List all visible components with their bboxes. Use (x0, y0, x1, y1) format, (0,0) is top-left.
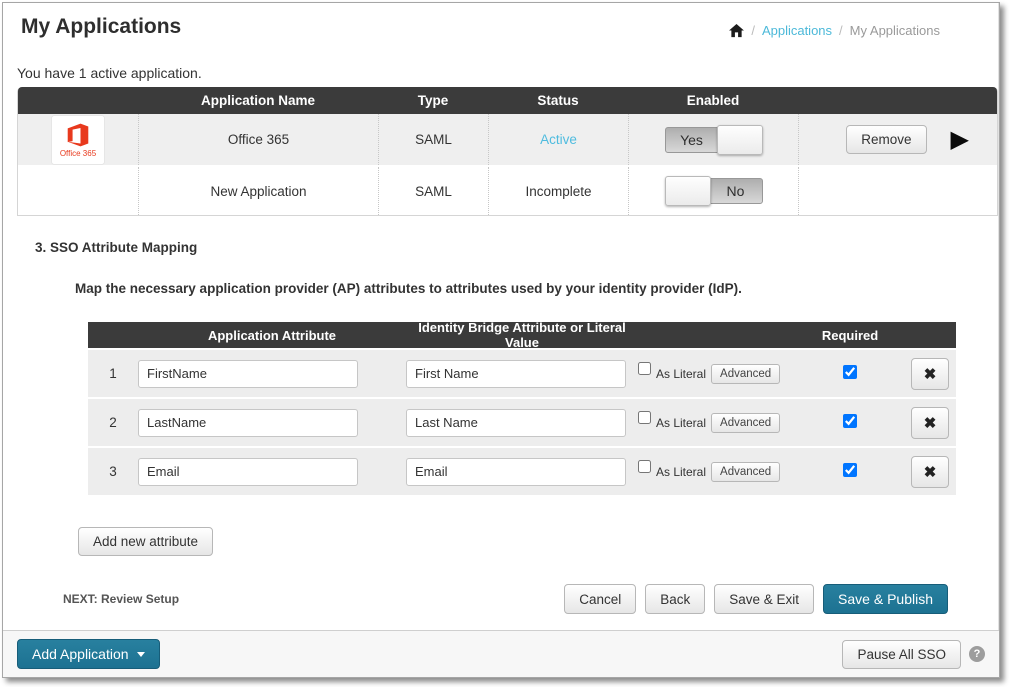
enabled-toggle[interactable]: No (665, 176, 763, 206)
add-application-button[interactable]: Add Application (17, 639, 160, 669)
column-application-attribute: Application Attribute (138, 328, 406, 343)
pause-all-sso-button[interactable]: Pause All SSO (842, 640, 961, 669)
add-application-label: Add Application (32, 646, 129, 662)
column-type: Type (378, 93, 488, 108)
column-required: Required (796, 328, 904, 343)
column-identity-bridge-attribute: Identity Bridge Attribute or Literal Val… (406, 320, 638, 350)
attribute-mapping-table: Application Attribute Identity Bridge At… (88, 322, 956, 495)
column-enabled: Enabled (628, 93, 798, 108)
breadcrumb-link-applications[interactable]: Applications (762, 23, 832, 38)
application-attribute-input[interactable] (138, 458, 358, 486)
application-type: SAML (378, 167, 488, 215)
add-new-attribute-button[interactable]: Add new attribute (78, 527, 213, 556)
row-number: 2 (88, 415, 138, 430)
active-application-summary: You have 1 active application. (17, 65, 984, 81)
office-365-logo: Office 365 (52, 116, 104, 164)
remove-button[interactable]: Remove (846, 125, 926, 154)
remove-attribute-button[interactable]: ✖ (911, 358, 950, 390)
column-application-name: Application Name (138, 93, 378, 108)
toggle-no-label: No (709, 178, 763, 204)
breadcrumb-separator: / (839, 23, 843, 38)
row-number: 1 (88, 366, 138, 381)
identity-bridge-attribute-input[interactable] (406, 458, 626, 486)
application-attribute-input[interactable] (138, 360, 358, 388)
identity-bridge-attribute-input[interactable] (406, 360, 626, 388)
attribute-row-3: 3 As Literal Advanced ✖ (88, 446, 956, 495)
attribute-row-1: 1 As Literal Advanced ✖ (88, 348, 956, 397)
wizard-actions: NEXT: Review Setup Cancel Back Save & Ex… (63, 584, 948, 614)
application-name: Office 365 (138, 114, 378, 165)
column-status: Status (488, 93, 628, 108)
toggle-knob (717, 125, 763, 155)
required-checkbox[interactable] (843, 414, 857, 428)
application-row-office365: Office 365 Office 365 SAML Active Yes Re… (18, 114, 997, 165)
main-content: My Applications / Applications / My Appl… (3, 3, 999, 630)
as-literal-checkbox[interactable] (638, 411, 651, 424)
attribute-row-2: 2 As Literal Advanced ✖ (88, 397, 956, 446)
applications-table-header: Application Name Type Status Enabled (18, 87, 997, 114)
save-exit-button[interactable]: Save & Exit (714, 584, 814, 614)
applications-table: Application Name Type Status Enabled Off… (17, 87, 998, 216)
application-status: Active (540, 132, 577, 147)
help-icon[interactable]: ? (969, 646, 985, 662)
application-name: New Application (138, 167, 378, 215)
required-checkbox[interactable] (843, 463, 857, 477)
breadcrumb-current: My Applications (850, 23, 940, 38)
page-title: My Applications (21, 15, 181, 39)
as-literal-label: As Literal (656, 367, 706, 381)
remove-attribute-button[interactable]: ✖ (911, 407, 950, 439)
page-header: My Applications / Applications / My Appl… (17, 3, 984, 39)
breadcrumb: / Applications / My Applications (729, 23, 940, 38)
application-type: SAML (378, 114, 488, 165)
app-window: My Applications / Applications / My Appl… (2, 2, 1000, 678)
expand-arrow-icon[interactable]: ▶ (951, 128, 969, 152)
as-literal-label: As Literal (656, 465, 706, 479)
application-attribute-input[interactable] (138, 409, 358, 437)
home-icon[interactable] (729, 24, 744, 38)
save-publish-button[interactable]: Save & Publish (823, 584, 948, 614)
attribute-table-header: Application Attribute Identity Bridge At… (88, 322, 956, 348)
caret-down-icon (137, 652, 145, 657)
advanced-button[interactable]: Advanced (711, 364, 780, 384)
as-literal-label: As Literal (656, 416, 706, 430)
sso-attribute-mapping-heading: 3. SSO Attribute Mapping (35, 240, 984, 255)
application-row-new: New Application SAML Incomplete No (18, 165, 997, 215)
toggle-knob (665, 176, 711, 206)
next-step-label: NEXT: Review Setup (63, 592, 179, 606)
back-button[interactable]: Back (645, 584, 705, 614)
footer-bar: Add Application Pause All SSO ? (3, 630, 999, 677)
office-365-icon (65, 122, 91, 148)
as-literal-checkbox[interactable] (638, 362, 651, 375)
advanced-button[interactable]: Advanced (711, 413, 780, 433)
row-number: 3 (88, 464, 138, 479)
office-365-caption: Office 365 (60, 149, 96, 158)
application-status: Incomplete (488, 167, 628, 215)
breadcrumb-separator: / (751, 23, 755, 38)
toggle-yes-label: Yes (665, 127, 719, 153)
enabled-toggle[interactable]: Yes (665, 125, 763, 155)
required-checkbox[interactable] (843, 365, 857, 379)
advanced-button[interactable]: Advanced (711, 462, 780, 482)
remove-attribute-button[interactable]: ✖ (911, 456, 950, 488)
identity-bridge-attribute-input[interactable] (406, 409, 626, 437)
as-literal-checkbox[interactable] (638, 460, 651, 473)
cancel-button[interactable]: Cancel (564, 584, 636, 614)
mapping-description: Map the necessary application provider (… (75, 281, 984, 296)
